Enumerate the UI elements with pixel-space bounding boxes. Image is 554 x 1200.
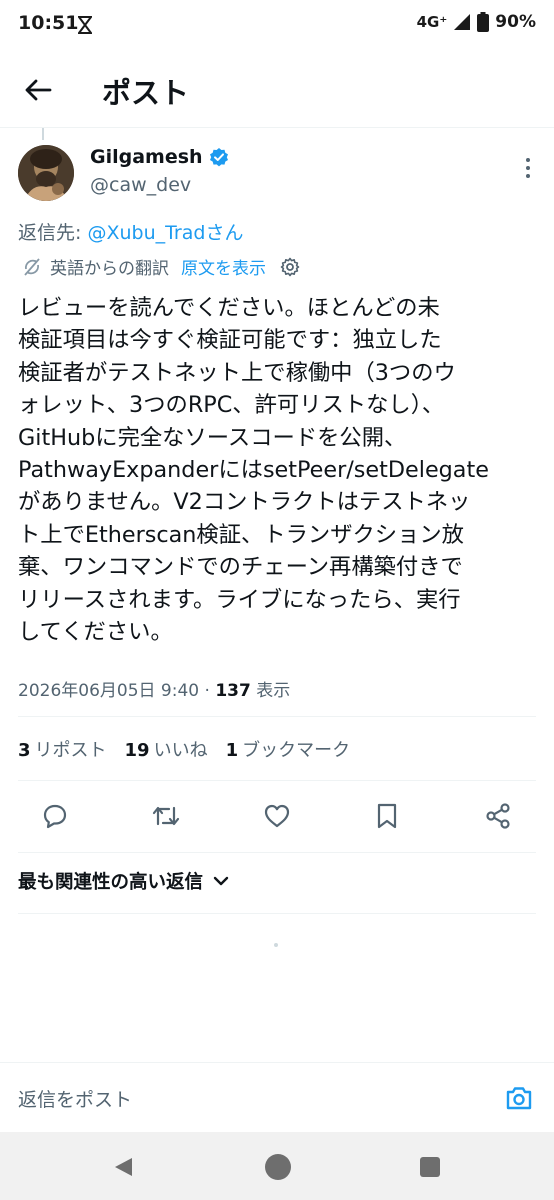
bookmarks-stat[interactable]: 1 ブックマーク	[226, 736, 351, 762]
share-button[interactable]	[478, 796, 518, 836]
divider	[18, 716, 536, 717]
author-name-row[interactable]: Gilgamesh	[90, 146, 229, 168]
camera-button[interactable]	[504, 1083, 534, 1113]
repost-icon	[152, 806, 180, 826]
reply-input[interactable]: 返信をポスト	[18, 1085, 132, 1112]
divider	[18, 780, 536, 781]
page-title: ポスト	[102, 76, 190, 110]
divider	[18, 852, 536, 853]
repost-button[interactable]	[146, 796, 186, 836]
gear-icon[interactable]	[280, 257, 300, 277]
signal-icon	[454, 14, 471, 30]
post-actions	[0, 796, 554, 836]
translation-row: 英語からの翻訳 原文を表示	[22, 254, 300, 279]
reposts-count: 3	[18, 740, 31, 761]
bookmark-button[interactable]	[367, 796, 407, 836]
arrow-left-icon	[25, 79, 52, 101]
post-text-line: レビューを読んでください。ほとんどの未	[18, 295, 440, 321]
post-text: レビューを読んでください。ほとんどの未 検証項目は今すぐ検証可能です：独立した …	[18, 292, 538, 648]
reply-to-prefix: 返信先:	[18, 222, 88, 244]
reply-to-line: 返信先: @Xubu_Tradさん	[18, 218, 243, 245]
translate-icon	[24, 257, 40, 276]
show-original-link[interactable]: 原文を表示	[181, 254, 266, 279]
translated-label: 英語からの翻訳	[50, 259, 169, 279]
post-text-line: 検証者がテストネット上で稼働中（3つのウ	[18, 359, 456, 386]
meta-separator: ·	[199, 681, 216, 701]
status-indicators: 4G⁺ 90%	[417, 12, 536, 32]
camera-icon	[506, 1087, 532, 1110]
bookmarks-label: ブックマーク	[242, 740, 351, 761]
post-timestamp[interactable]: 2026年06月05日 9:40	[18, 681, 199, 701]
post-text-line: してください。	[18, 619, 173, 646]
reply-icon	[43, 804, 67, 829]
status-time: 10:51	[18, 12, 79, 34]
bookmarks-count: 1	[225, 740, 239, 761]
post-text-line: 検証項目は今すぐ検証可能です：独立した	[18, 327, 442, 354]
battery-icon	[477, 12, 490, 32]
top-app-bar: ポスト	[0, 50, 554, 128]
post-meta: 2026年06月05日 9:40 · 137 表示	[18, 676, 290, 701]
hourglass-icon	[78, 16, 92, 34]
post-text-line: がありません。V2コントラクトはテストネッ	[18, 489, 471, 516]
avatar-image	[18, 145, 74, 201]
post-text-line: リリースされます。ライブになったら、実行	[18, 586, 461, 613]
more-options-button[interactable]	[522, 156, 534, 180]
reply-to-suffix: さん	[205, 222, 244, 244]
likes-count: 19	[124, 740, 150, 761]
post-text-line: ォレット、3つのRPC、許可リストなし）、	[18, 392, 445, 419]
post-text-line: GitHubに完全なソースコードを公開、	[18, 424, 407, 451]
engagement-stats: 3 リポスト 19 いいね 1 ブックマーク	[18, 736, 350, 762]
author-name[interactable]: Gilgamesh	[90, 146, 203, 168]
post-text-line: PathwayExpanderにはsetPeer/setDelegate	[18, 457, 489, 484]
post-text-line: ト上でEtherscan検証、トランザクション放	[18, 521, 464, 548]
avatar[interactable]	[18, 145, 74, 201]
nav-back-icon[interactable]	[112, 1156, 134, 1178]
reply-to-mention[interactable]: @Xubu_Trad	[87, 222, 205, 244]
likes-stat[interactable]: 19 いいね	[125, 736, 208, 762]
share-icon	[486, 803, 510, 829]
author-handle[interactable]: @caw_dev	[90, 174, 191, 196]
likes-label: いいね	[153, 740, 208, 761]
like-icon	[264, 804, 290, 828]
reply-sort-label: 最も関連性の高い返信	[18, 872, 204, 893]
views-label[interactable]: 表示	[251, 681, 290, 701]
status-bar: 10:51 4G⁺ 90%	[0, 0, 554, 50]
verified-badge-icon	[209, 148, 228, 167]
thread-line	[42, 128, 44, 140]
chevron-down-icon	[213, 876, 229, 886]
reposts-label: リポスト	[34, 740, 107, 761]
back-button[interactable]	[20, 72, 56, 108]
reposts-stat[interactable]: 3 リポスト	[18, 736, 107, 762]
divider	[18, 913, 536, 914]
system-nav-bar	[0, 1132, 554, 1200]
post-text-line: 棄、ワンコマンドでのチェーン再構築付きで	[18, 554, 463, 581]
loading-indicator	[274, 943, 278, 947]
reply-composer[interactable]: 返信をポスト	[0, 1062, 554, 1132]
more-vertical-icon	[526, 158, 530, 178]
nav-recents-icon[interactable]	[420, 1157, 440, 1177]
views-count[interactable]: 137	[215, 681, 251, 701]
network-label: 4G⁺	[416, 13, 448, 31]
reply-button[interactable]	[35, 796, 75, 836]
nav-home-icon[interactable]	[265, 1154, 291, 1180]
bookmark-icon	[377, 803, 397, 829]
like-button[interactable]	[257, 796, 297, 836]
reply-sort-dropdown[interactable]: 最も関連性の高い返信	[18, 868, 229, 894]
battery-percent: 90%	[495, 12, 536, 32]
